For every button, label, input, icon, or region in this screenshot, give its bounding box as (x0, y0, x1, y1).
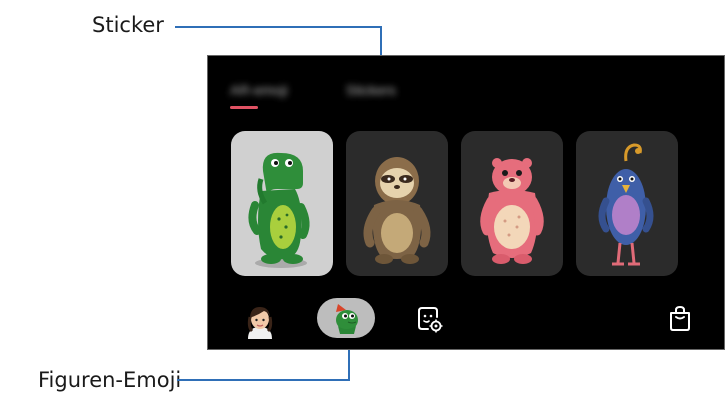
sticker-settings-icon (418, 307, 443, 333)
character-card-bird[interactable] (576, 131, 678, 276)
figure-emoji-callout-label: Figuren-Emoji (38, 368, 182, 392)
sticker-callout-label: Sticker (92, 13, 164, 37)
avatar-button[interactable] (242, 303, 278, 339)
sticker-callout-line-h (175, 26, 382, 28)
figure-emoji-icon (336, 304, 358, 334)
character-card-beaver[interactable] (461, 131, 563, 276)
sloth-icon (363, 157, 431, 264)
beaver-icon (480, 158, 544, 264)
figure-emoji-button[interactable] (317, 298, 375, 338)
tab-ar-emoji[interactable]: AR-emoji (230, 82, 288, 98)
character-card-dinosaur[interactable] (231, 131, 333, 276)
avatar-icon (247, 307, 273, 339)
store-bag-icon (670, 305, 690, 331)
selected-tab-indicator (230, 106, 258, 109)
character-card-sloth[interactable] (346, 131, 448, 276)
sticker-settings-button[interactable] (415, 305, 443, 333)
emoji-panel-screen: AR-emoji Stickers (207, 55, 725, 350)
dinosaur-icon (248, 152, 310, 268)
store-button[interactable] (666, 304, 694, 332)
figure-emoji-callout-line-h (177, 379, 350, 381)
tab-stickers[interactable]: Stickers (346, 82, 396, 98)
bird-icon (598, 143, 654, 266)
